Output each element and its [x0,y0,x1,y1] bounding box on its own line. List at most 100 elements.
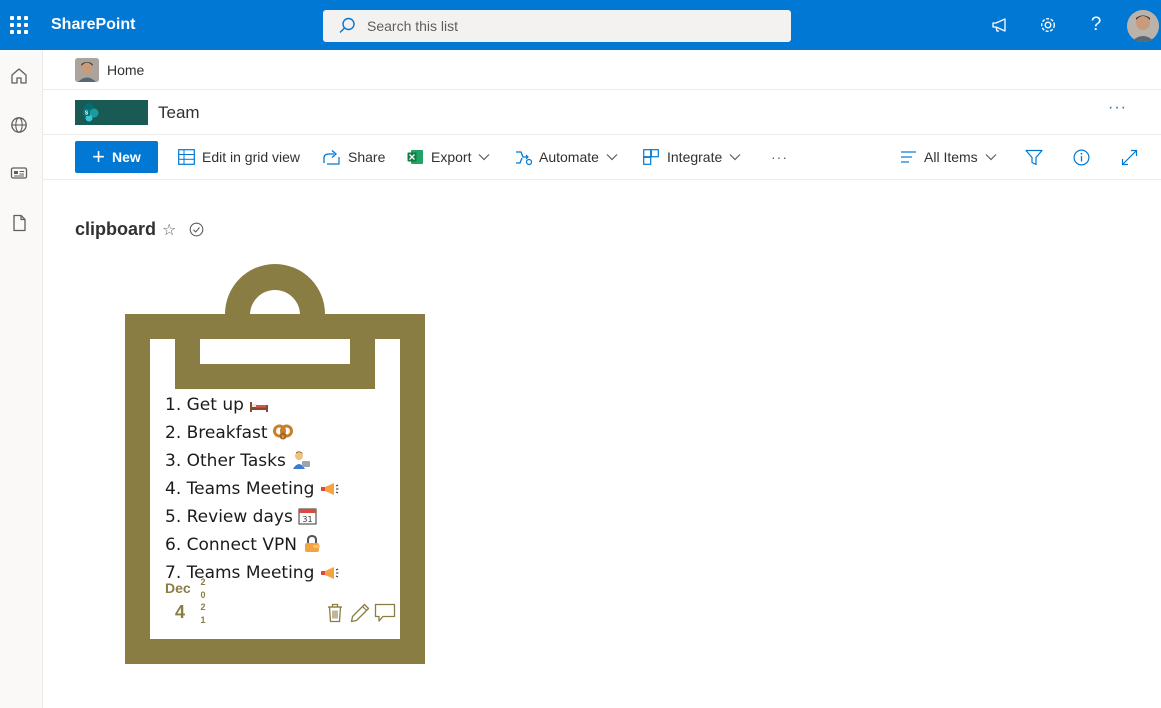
megaphone-icon [319,480,339,505]
divider [43,179,1161,180]
grid-icon [178,149,195,165]
chevron-down-icon [985,154,997,161]
command-bar: + New Edit in grid view Share Export Aut… [0,135,1161,179]
trash-icon [328,603,342,623]
edit-grid-view-button[interactable]: Edit in grid view [178,147,300,167]
new-button-label: New [112,149,141,165]
megaphone-icon [992,18,1006,32]
view-selector-label: All Items [924,149,978,165]
list-item: 7. Teams Meeting [165,561,339,589]
view-lines-icon [901,151,916,163]
export-label: Export [431,149,472,165]
list-item: 1. Get up [165,393,339,421]
settings-button[interactable] [1036,13,1060,37]
pencil-icon [350,603,370,623]
search-box[interactable]: Search this list [323,10,791,42]
automate-button[interactable]: Automate [514,147,618,167]
breadcrumb: Home [75,58,144,82]
fullscreen-button[interactable] [1121,147,1145,167]
comment-button[interactable] [374,602,396,624]
task-text: 5. Review days [165,507,293,527]
info-icon [1073,148,1090,166]
comment-icon [374,603,396,622]
status-check-icon[interactable] [189,222,204,242]
breadcrumb-home-link[interactable]: Home [107,62,144,78]
share-label: Share [348,149,386,165]
waffle-icon [10,16,28,34]
edit-grid-view-label: Edit in grid view [202,149,301,165]
info-button[interactable] [1073,147,1097,167]
task-text: 6. Connect VPN [165,535,297,555]
pretzel-icon [272,423,293,449]
list-item: 4. Teams Meeting [165,477,339,505]
task-text: 4. Teams Meeting [165,479,315,499]
document-icon [13,214,26,232]
home-rail-button[interactable] [8,65,30,87]
globe-icon [11,117,27,133]
bed-icon [249,396,269,421]
integrate-icon [643,149,659,165]
office-worker-icon [291,451,311,477]
home-icon [11,68,27,84]
expand-icon [1121,149,1138,165]
task-text: 3. Other Tasks [165,451,286,471]
site-logo[interactable]: S [75,100,148,125]
view-selector[interactable]: All Items [900,147,997,167]
search-icon [339,17,355,33]
calendar-icon: 31 [298,507,317,533]
app-launcher-button[interactable] [0,0,38,50]
excel-icon [407,150,423,164]
help-button[interactable]: ? [1084,13,1108,37]
gear-icon [1040,17,1056,33]
flow-icon [516,150,532,165]
svg-text:31: 31 [302,515,312,524]
integrate-button[interactable]: Integrate [643,147,741,167]
new-button[interactable]: + New [75,141,158,173]
site-more-button[interactable]: ··· [1108,99,1127,117]
site-title[interactable]: Team [158,103,200,123]
delete-button[interactable] [324,602,346,624]
clipboard-clip-slot [200,339,350,364]
task-text: 2. Breakfast [165,423,268,443]
sharepoint-logo-icon: S [83,103,99,122]
date-year: 2021 [200,577,206,625]
list-item: 6. Connect VPN [165,533,339,561]
chevron-down-icon [479,154,490,161]
integrate-label: Integrate [667,149,723,165]
export-button[interactable]: Export [407,147,490,167]
chevron-down-icon [606,154,618,161]
question-mark-icon: ? [1090,14,1102,35]
list-item: 2. Breakfast [165,421,339,449]
whats-new-button[interactable] [988,13,1012,37]
search-input[interactable]: Search this list [367,18,458,34]
home-site-avatar[interactable] [75,58,99,82]
sites-rail-button[interactable] [8,114,30,136]
task-text: 1. Get up [165,395,244,415]
divider [43,89,1161,90]
task-list: 1. Get up 2. Breakfast 3. Other Tasks 4.… [165,393,339,589]
app-brand[interactable]: SharePoint [51,16,135,34]
clipboard-card: 1. Get up 2. Breakfast 3. Other Tasks 4.… [125,264,425,664]
suite-header: SharePoint Search this list ? [0,0,1161,50]
user-avatar[interactable] [1127,10,1159,42]
user-photo-icon [1127,10,1159,42]
share-icon [323,150,340,165]
filter-icon [1025,149,1043,165]
filter-button[interactable] [1025,147,1050,167]
chevron-down-icon [729,154,741,161]
plus-icon: + [92,144,106,169]
files-rail-button[interactable] [8,212,30,234]
date-day: 4 [175,602,186,622]
date-month: Dec [165,580,191,596]
megaphone-icon [319,564,339,589]
automate-label: Automate [539,149,599,165]
share-button[interactable]: Share [323,147,385,167]
list-title: clipboard [75,219,157,239]
list-item: 5. Review days 31 [165,505,339,533]
site-photo-icon [75,58,99,82]
edit-button[interactable] [349,602,371,624]
lock-icon [302,534,322,561]
more-commands-button[interactable]: ··· [771,147,788,167]
list-item: 3. Other Tasks [165,449,339,477]
favorite-star-icon[interactable]: ☆ [162,220,176,240]
